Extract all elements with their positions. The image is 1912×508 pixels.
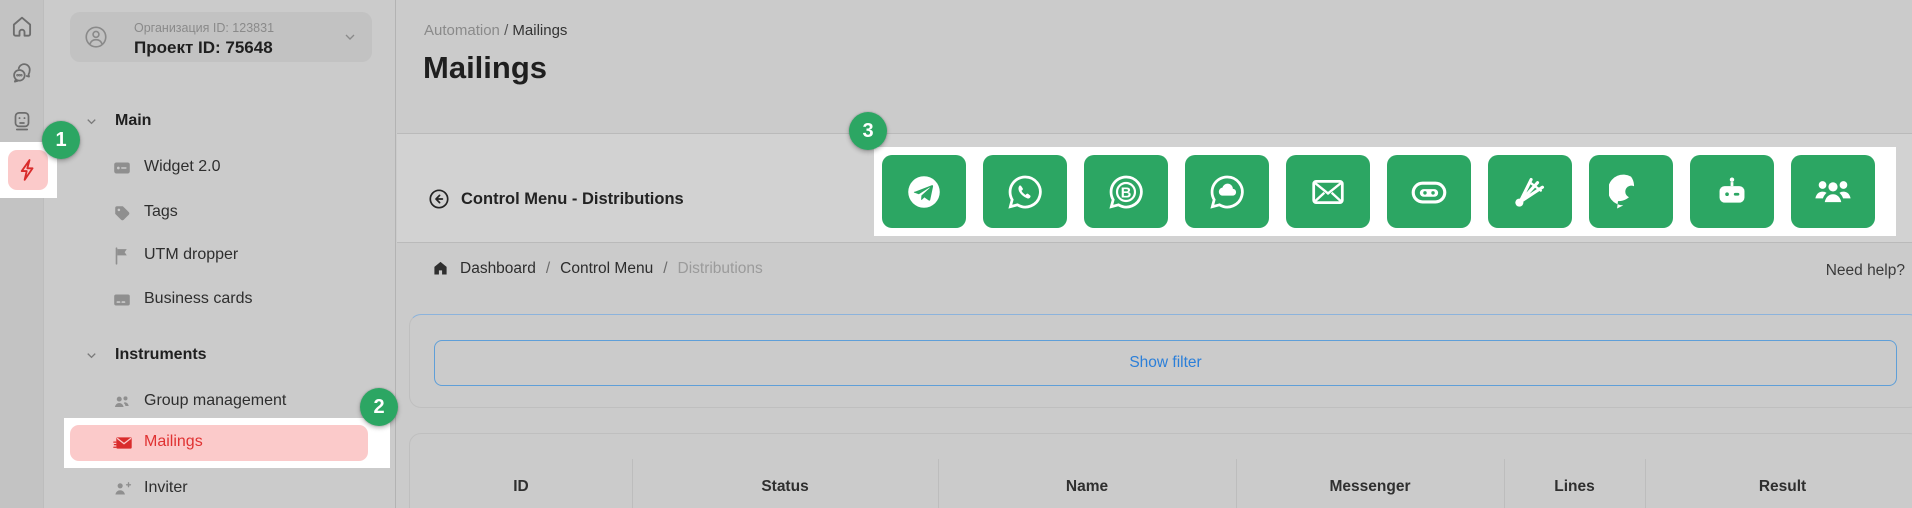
column-header-status: Status (632, 478, 938, 496)
mailings-table: ID Status Name Messenger Lines Result (409, 433, 1912, 508)
messenger-bubble-o-button[interactable] (1589, 155, 1673, 228)
card-icon (111, 289, 133, 311)
back-button[interactable] (427, 187, 451, 211)
column-header-messenger: Messenger (1236, 478, 1504, 496)
column-divider (1236, 459, 1237, 508)
lightning-icon (15, 157, 41, 183)
rail-item-automation[interactable] (8, 150, 48, 190)
column-divider (1645, 459, 1646, 508)
project-id-label: Проект ID: 75648 (134, 38, 273, 58)
widget-icon (111, 157, 133, 179)
column-header-name: Name (938, 478, 1236, 496)
column-header-id: ID (410, 478, 632, 496)
chevron-down-icon (342, 29, 358, 45)
sidebar-item-inviter[interactable]: Inviter (44, 471, 396, 507)
sidebar-item-business-cards[interactable]: Business cards (44, 282, 396, 318)
control-menu-title: Control Menu - Distributions (461, 190, 684, 209)
column-divider (632, 459, 633, 508)
icon-rail (0, 0, 44, 508)
messenger-groups-button[interactable] (1791, 155, 1875, 228)
group-icon (111, 391, 133, 413)
avatar-icon (83, 24, 109, 50)
breadcrumb-mailings: Mailings (512, 22, 567, 39)
home-icon[interactable] (431, 259, 450, 278)
table-header-row: ID Status Name Messenger Lines Result (410, 478, 1912, 496)
breadcrumb-dashboard[interactable]: Dashboard (460, 260, 536, 278)
sidebar-item-widget[interactable]: Widget 2.0 (44, 150, 396, 186)
column-divider (1504, 459, 1505, 508)
sidebar-item-utm-dropper[interactable]: UTM dropper (44, 238, 396, 274)
breadcrumb-top: Automation / Mailings (424, 22, 567, 39)
whatsapp-icon (1003, 170, 1047, 214)
spotlight-mailings: Mailings (64, 418, 390, 468)
organization-id-label: Организация ID: 123831 (134, 21, 274, 35)
step-badge-3: 3 (849, 112, 887, 150)
whatsapp-business-icon: B (1104, 170, 1148, 214)
person-add-icon (111, 478, 133, 500)
messenger-robot-button[interactable] (1690, 155, 1774, 228)
sidebar-section-main[interactable]: Main (44, 103, 396, 139)
main-content: Automation / Mailings Mailings Control M… (397, 0, 1912, 508)
show-filter-button[interactable]: Show filter (434, 340, 1897, 386)
groups-icon (1811, 170, 1855, 214)
flag-icon (111, 245, 133, 267)
home-icon[interactable] (9, 14, 35, 40)
messenger-whatsapp-button[interactable] (983, 155, 1067, 228)
messenger-telegram-button[interactable] (882, 155, 966, 228)
column-header-lines: Lines (1504, 478, 1645, 496)
breadcrumb-bar: Dashboard / Control Menu / Distributions (431, 259, 763, 278)
svg-text:B: B (1121, 185, 1132, 201)
sidebar-section-instruments[interactable]: Instruments (44, 337, 396, 373)
sidebar-item-tags[interactable]: Tags (44, 195, 396, 231)
bot-face-icon[interactable] (9, 108, 35, 134)
need-help-link[interactable]: Need help? (1826, 262, 1905, 280)
messenger-feather-fan-button[interactable] (1488, 155, 1572, 228)
chatbot-wide-icon (1407, 170, 1451, 214)
shuttlecock-icon (1508, 170, 1552, 214)
chat-cloud-icon (1205, 170, 1249, 214)
messenger-sms-chat-button[interactable] (1185, 155, 1269, 228)
messenger-chatbot-button[interactable] (1387, 155, 1471, 228)
app-window: Организация ID: 123831 Проект ID: 75648 … (0, 0, 1912, 508)
messenger-email-button[interactable] (1286, 155, 1370, 228)
tag-icon (111, 202, 133, 224)
chevron-down-icon (84, 348, 99, 363)
breadcrumb-control-menu[interactable]: Control Menu (560, 260, 653, 278)
project-selector[interactable]: Организация ID: 123831 Проект ID: 75648 (70, 12, 372, 62)
email-icon (1306, 170, 1350, 214)
column-header-result: Result (1645, 478, 1912, 496)
sidebar-item-group-management[interactable]: Group management (44, 384, 396, 420)
chats-icon[interactable] (9, 61, 35, 87)
filter-panel: Show filter (409, 314, 1912, 408)
breadcrumb-distributions: Distributions (678, 260, 763, 278)
column-divider (938, 459, 939, 508)
sidebar-item-mailings[interactable]: Mailings (70, 425, 368, 461)
page-title: Mailings (423, 50, 547, 86)
chevron-down-icon (84, 114, 99, 129)
messenger-whatsapp-business-button[interactable]: B (1084, 155, 1168, 228)
mail-icon (112, 432, 134, 454)
robot-icon (1710, 170, 1754, 214)
breadcrumb-automation[interactable]: Automation (424, 22, 500, 39)
step-badge-2: 2 (360, 388, 398, 426)
messenger-strip: B (874, 147, 1896, 236)
bubble-o-icon (1609, 170, 1653, 214)
telegram-icon (902, 170, 946, 214)
step-badge-1: 1 (42, 121, 80, 159)
